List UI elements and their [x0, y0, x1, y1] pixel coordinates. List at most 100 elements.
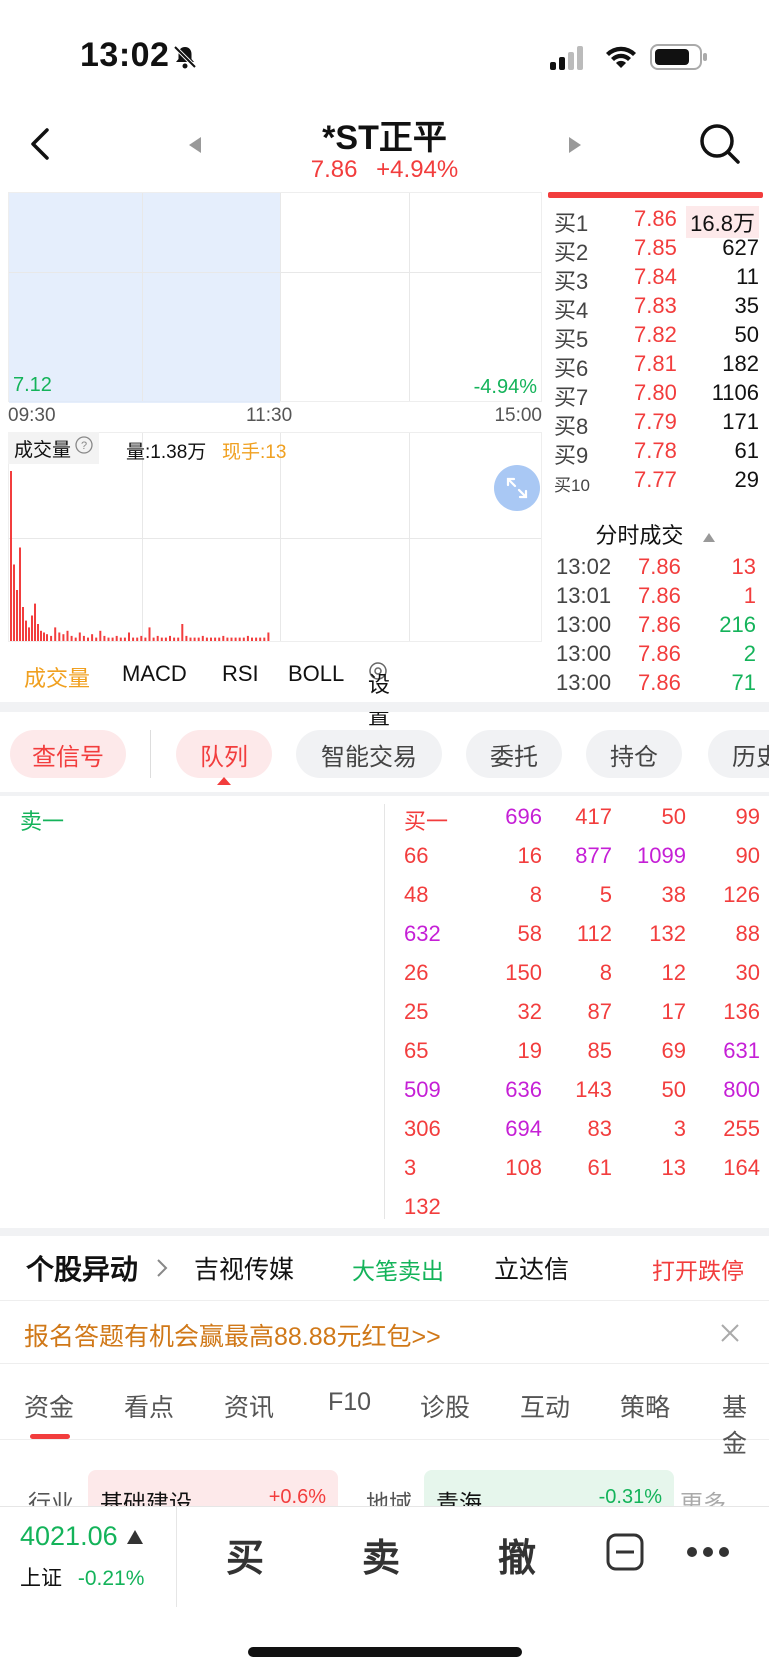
volume-bar: [251, 637, 253, 641]
chevron-right-icon: [157, 1259, 168, 1277]
order-book-row[interactable]: 买8 7.79 171: [554, 407, 759, 439]
alert-stock-1[interactable]: 吉视传媒: [194, 1250, 294, 1286]
cancel-button[interactable]: 撤: [498, 1527, 536, 1582]
order-book-row[interactable]: 买10 7.77 29: [554, 465, 759, 496]
sell-button[interactable]: 卖: [362, 1527, 400, 1582]
indicator-tab-volume[interactable]: 成交量: [24, 661, 90, 693]
volume-bar: [242, 637, 245, 641]
tab-news[interactable]: 资讯: [224, 1388, 274, 1424]
order-book-row[interactable]: 买1 7.86 16.8万: [554, 204, 759, 238]
close-icon[interactable]: [720, 1323, 740, 1343]
stock-alert-bar[interactable]: 个股异动 吉视传媒 大笔卖出 立达信 打开跌停: [0, 1236, 769, 1300]
tab-f10[interactable]: F10: [328, 1388, 371, 1417]
volume-bar: [222, 635, 225, 641]
tab-positions[interactable]: 持仓: [586, 730, 682, 778]
indicator-tab-rsi[interactable]: RSI: [222, 661, 259, 687]
volume-bar: [82, 635, 85, 641]
tick-time: 13:00: [556, 641, 612, 666]
more-link[interactable]: 更多: [680, 1484, 726, 1508]
order-book-row[interactable]: 买6 7.81 182: [554, 349, 759, 381]
volume-label-box[interactable]: 成交量 ?: [8, 432, 100, 464]
tab-strategy[interactable]: 策略: [620, 1388, 670, 1424]
next-stock-button[interactable]: [560, 130, 590, 160]
volume-bar: [13, 564, 15, 641]
book-price: 7.79: [634, 409, 677, 434]
tab-interaction[interactable]: 互动: [520, 1388, 570, 1424]
tab-highlights[interactable]: 看点: [124, 1388, 174, 1424]
region-chip[interactable]: 青海 -0.31%: [424, 1470, 674, 1508]
indicator-tabs: 成交量 MACD RSI BOLL 设置: [0, 655, 540, 729]
queue-cell: 50: [661, 1077, 686, 1102]
more-button[interactable]: [686, 1545, 730, 1563]
queue-cell: 66: [404, 843, 429, 868]
queue-cell: 19: [517, 1038, 542, 1063]
buy-one-label: 买一: [404, 809, 449, 834]
order-book-row[interactable]: 买3 7.84 11: [554, 262, 759, 294]
region-label: 地域: [366, 1490, 412, 1508]
tab-smart-trade[interactable]: 智能交易: [296, 730, 442, 778]
triangle-right-icon: [569, 137, 581, 153]
queue-cell: 16: [517, 843, 542, 868]
queue-cell: 132: [404, 1194, 441, 1219]
chart-low-price: 7.12: [13, 374, 52, 396]
queue-cell: 58: [517, 921, 542, 946]
status-time: 13:02: [80, 36, 170, 74]
order-book-row[interactable]: 买5 7.82 50: [554, 320, 759, 352]
volume-bar: [87, 637, 89, 641]
volume-bar: [156, 635, 159, 641]
index-widget[interactable]: 4021.06 上证 -0.21%: [20, 1521, 144, 1592]
volume-bar: [28, 627, 30, 641]
tab-signal[interactable]: 查信号: [10, 730, 126, 778]
minus-box-icon: [606, 1533, 644, 1571]
volume-bar: [19, 547, 21, 641]
search-button[interactable]: [696, 120, 744, 168]
volume-bar: [173, 637, 176, 641]
sell-one-label: 卖一: [20, 809, 65, 834]
order-book-row[interactable]: 买2 7.85 627: [554, 233, 759, 265]
tab-history[interactable]: 历史: [708, 730, 769, 778]
alert-stock-2[interactable]: 立达信: [494, 1250, 569, 1286]
queue-cell: 26: [404, 960, 429, 985]
tab-queue[interactable]: 队列: [176, 730, 272, 778]
queue-cell: 631: [723, 1038, 760, 1063]
active-tab-marker-icon: [217, 777, 231, 785]
volume-bar: [185, 635, 188, 641]
settings-button[interactable]: 设置: [368, 661, 390, 729]
book-accent-bar: [548, 192, 763, 198]
tab-funds[interactable]: 资金: [24, 1388, 74, 1424]
volume-bar: [201, 635, 204, 641]
intraday-chart[interactable]: 7.12 -4.94%: [8, 192, 542, 403]
indicator-tab-boll[interactable]: BOLL: [288, 661, 344, 687]
tick-price: 7.86: [638, 583, 681, 608]
volume-bar: [34, 603, 36, 641]
volume-bar: [103, 635, 106, 641]
volume-bar: [152, 637, 155, 641]
volume-bar: [210, 637, 212, 641]
minus-button[interactable]: [606, 1533, 644, 1576]
tick-volume: 2: [743, 641, 756, 666]
expand-chart-button[interactable]: [494, 465, 540, 511]
volume-header: 成交量 ? 量:1.38万 现手:13: [8, 432, 542, 466]
index-name: 上证: [20, 1567, 62, 1590]
tick-title[interactable]: 分时成交: [548, 518, 763, 550]
tab-fund[interactable]: 基金: [722, 1388, 769, 1460]
queue-cell: 8: [599, 960, 612, 985]
volume-bar: [230, 637, 233, 641]
volume-bar: [123, 637, 126, 641]
queue-cell: 255: [723, 1116, 760, 1141]
indicator-tab-macd[interactable]: MACD: [122, 661, 187, 687]
queue-cell: 32: [517, 999, 542, 1024]
queue-cell: 87: [587, 999, 612, 1024]
order-book-row[interactable]: 买4 7.83 35: [554, 291, 759, 323]
promo-banner[interactable]: 报名答题有机会赢最高88.88元红包>>: [0, 1300, 769, 1364]
industry-chip[interactable]: 基础建设 +0.6%: [88, 1470, 338, 1508]
order-book-row[interactable]: 买9 7.78 61: [554, 436, 759, 468]
tab-diagnosis[interactable]: 诊股: [420, 1388, 470, 1424]
order-book-row[interactable]: 买7 7.80 1106: [554, 378, 759, 410]
tab-orders[interactable]: 委托: [466, 730, 562, 778]
queue-cell: 417: [575, 804, 612, 829]
book-price: 7.84: [634, 264, 677, 289]
book-volume: 182: [722, 351, 759, 376]
volume-bar: [164, 637, 167, 641]
buy-button[interactable]: 买: [226, 1527, 264, 1582]
